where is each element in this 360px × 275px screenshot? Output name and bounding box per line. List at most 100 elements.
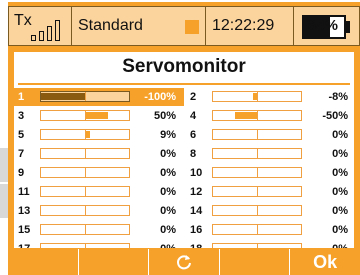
- channel-1[interactable]: 1 -100%: [14, 88, 184, 106]
- channel-number: 18: [190, 243, 202, 248]
- bar-center-mark: [85, 92, 86, 101]
- channel-4[interactable]: 4 -50%: [186, 107, 354, 125]
- bar-center-mark: [257, 111, 258, 120]
- channel-value: 0%: [332, 224, 348, 236]
- model-name: Standard: [78, 17, 143, 34]
- app-frame: Tx Standard 12:22:29 64% Servomonitor 1-: [8, 2, 360, 275]
- channel-row: 15 0% 16 0%: [14, 221, 354, 240]
- channel-2[interactable]: 2 -8%: [186, 88, 354, 106]
- channel-16[interactable]: 16 0%: [186, 221, 354, 239]
- servo-position-bar: [40, 205, 130, 216]
- channel-3[interactable]: 3 50%: [14, 107, 184, 125]
- bar-center-mark: [257, 187, 258, 196]
- footer-button-2[interactable]: [79, 249, 150, 275]
- status-bar: Tx Standard 12:22:29 64%: [8, 6, 360, 46]
- footer-button-1[interactable]: [8, 249, 79, 275]
- channel-number: 13: [18, 205, 31, 217]
- servo-position-bar: [40, 148, 130, 159]
- model-name-box[interactable]: Standard: [72, 6, 206, 46]
- channel-value: 0%: [332, 205, 348, 217]
- signal-bars-icon: [31, 19, 67, 41]
- bar-center-mark: [85, 168, 86, 177]
- channel-value: 0%: [160, 186, 176, 198]
- channel-number: 1: [18, 91, 25, 103]
- channel-12[interactable]: 12 0%: [186, 183, 354, 201]
- servo-position-bar: [212, 167, 302, 178]
- footer-button-4[interactable]: [220, 249, 291, 275]
- channel-value: 0%: [332, 148, 348, 160]
- bar-center-mark: [257, 244, 258, 248]
- battery-tip: [346, 21, 350, 33]
- servo-position-fill: [41, 93, 85, 100]
- channel-7[interactable]: 7 0%: [14, 145, 184, 163]
- channel-9[interactable]: 9 0%: [14, 164, 184, 182]
- servo-position-bar: [40, 110, 130, 121]
- channel-value: -100%: [144, 91, 176, 103]
- channel-value: 50%: [153, 110, 176, 122]
- channel-number: 10: [190, 167, 203, 179]
- channel-row: 5 9% 6 0%: [14, 126, 354, 145]
- channel-value: 0%: [332, 243, 348, 248]
- battery-percent: 64%: [308, 17, 339, 34]
- channel-17[interactable]: 17 0%: [14, 240, 184, 248]
- refresh-icon: [177, 255, 191, 270]
- channel-5[interactable]: 5 9%: [14, 126, 184, 144]
- servo-position-bar: [212, 224, 302, 235]
- channel-6[interactable]: 6 0%: [186, 126, 354, 144]
- servo-position-bar: [212, 186, 302, 197]
- channel-row: 11 0% 12 0%: [14, 183, 354, 202]
- channel-row: 7 0% 8 0%: [14, 145, 354, 164]
- battery-indicator: 64%: [294, 6, 360, 46]
- channel-number: 14: [190, 205, 203, 217]
- channel-number: 7: [18, 148, 25, 160]
- channel-8[interactable]: 8 0%: [186, 145, 354, 163]
- channel-10[interactable]: 10 0%: [186, 164, 354, 182]
- bar-center-mark: [85, 206, 86, 215]
- servo-position-bar: [212, 243, 302, 248]
- footer-button-bar: Ok: [8, 249, 360, 275]
- servo-position-bar: [40, 91, 130, 102]
- channel-15[interactable]: 15 0%: [14, 221, 184, 239]
- title-divider: [18, 83, 350, 85]
- bar-center-mark: [257, 130, 258, 139]
- refresh-button[interactable]: [149, 249, 220, 275]
- channel-row: 17 0% 18 0%: [14, 240, 354, 248]
- servo-position-fill: [253, 93, 257, 100]
- clock-time: 12:22:29: [212, 17, 275, 34]
- servo-position-fill: [235, 112, 257, 119]
- page-title: Servomonitor: [122, 56, 246, 77]
- tx-signal-indicator: Tx: [8, 6, 72, 46]
- channel-value: 0%: [160, 224, 176, 236]
- channel-list: 1 -100% 2 -8% 3 50% 4 -50% 5 9% 6 0% 7 0% 8 0% 9 0% 10 0% 11…: [14, 88, 354, 248]
- channel-number: 2: [190, 91, 197, 103]
- servo-position-bar: [40, 129, 130, 140]
- servo-position-bar: [40, 243, 130, 248]
- channel-11[interactable]: 11 0%: [14, 183, 184, 201]
- bar-center-mark: [257, 168, 258, 177]
- channel-row: 1 -100% 2 -8%: [14, 88, 354, 107]
- servo-position-bar: [212, 148, 302, 159]
- servo-position-fill: [86, 131, 90, 138]
- channel-value: -8%: [328, 91, 348, 103]
- channel-13[interactable]: 13 0%: [14, 202, 184, 220]
- channel-value: -50%: [322, 110, 348, 122]
- channel-number: 12: [190, 186, 203, 198]
- channel-value: 0%: [332, 167, 348, 179]
- channel-number: 11: [18, 186, 30, 198]
- channel-row: 9 0% 10 0%: [14, 164, 354, 183]
- channel-row: 13 0% 14 0%: [14, 202, 354, 221]
- channel-14[interactable]: 14 0%: [186, 202, 354, 220]
- channel-number: 6: [190, 129, 197, 141]
- ok-button[interactable]: Ok: [290, 249, 360, 275]
- bar-center-mark: [257, 225, 258, 234]
- channel-value: 0%: [160, 205, 176, 217]
- bar-center-mark: [85, 244, 86, 248]
- channel-18[interactable]: 18 0%: [186, 240, 354, 248]
- channel-row: 3 50% 4 -50%: [14, 107, 354, 126]
- servo-position-bar: [40, 224, 130, 235]
- channel-number: 17: [18, 243, 30, 248]
- channel-number: 15: [18, 224, 31, 236]
- servo-position-bar: [212, 205, 302, 216]
- servo-position-fill: [86, 112, 108, 119]
- tx-label: Tx: [14, 12, 32, 29]
